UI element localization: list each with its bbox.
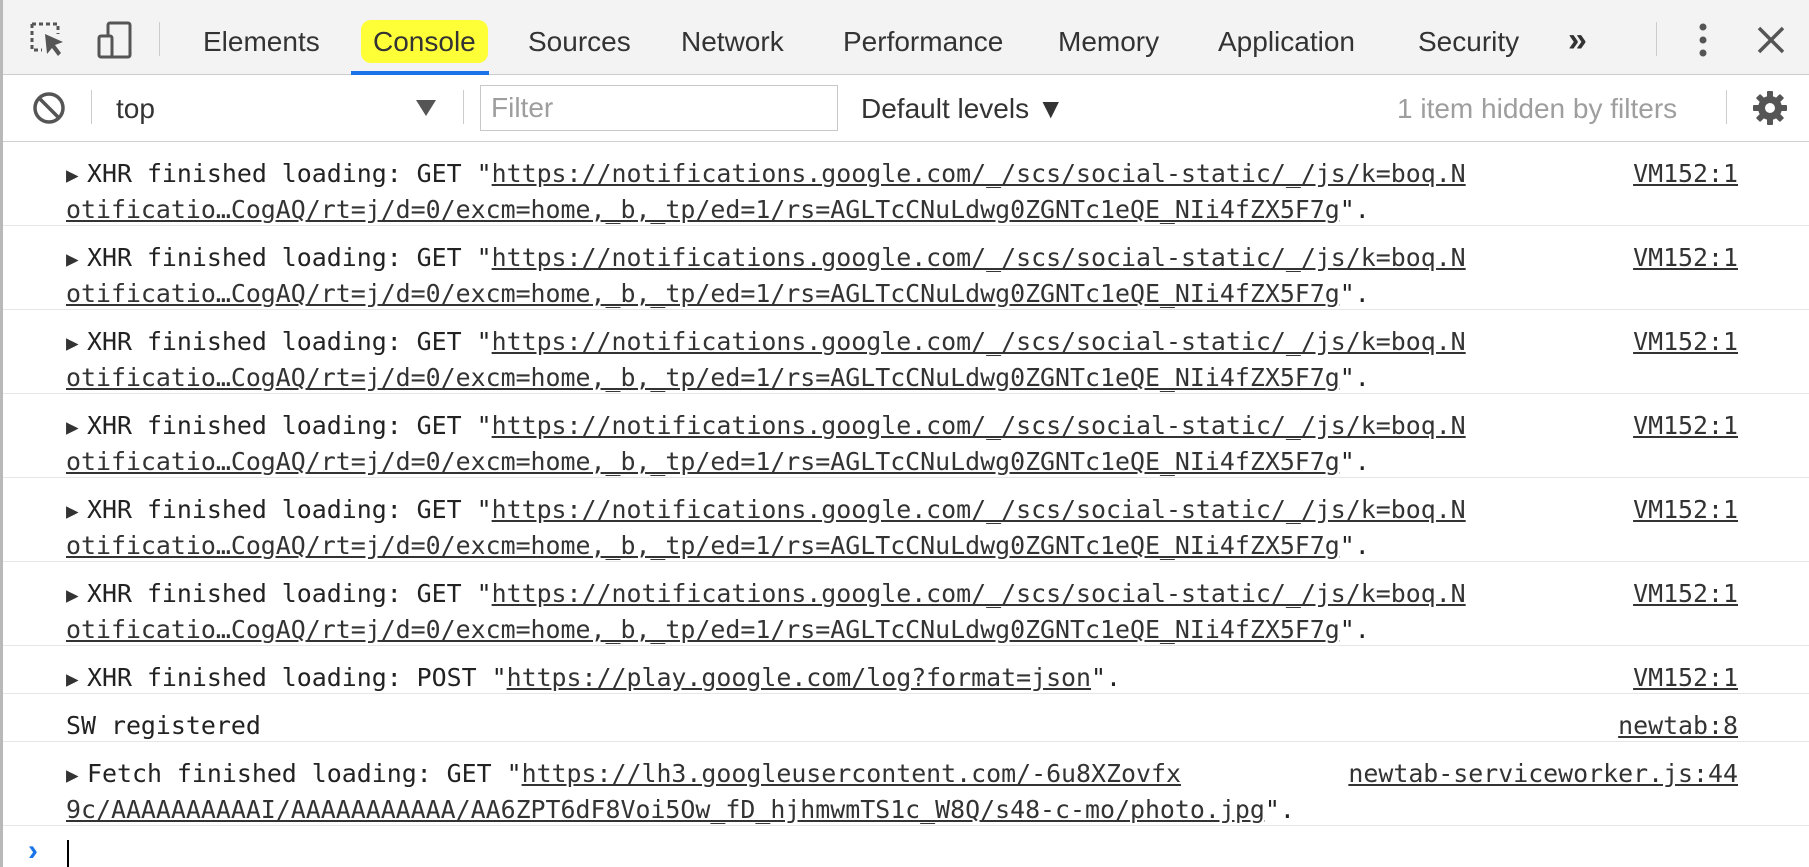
toolbar-divider bbox=[463, 90, 464, 124]
tab-performance[interactable]: Performance bbox=[843, 0, 1003, 75]
message-text: Fetch finished loading: GET " bbox=[87, 759, 522, 788]
tab-memory[interactable]: Memory bbox=[1058, 0, 1159, 75]
close-icon[interactable] bbox=[1751, 20, 1791, 60]
console-message: ▶ XHR finished loading: GET "https://noti… bbox=[3, 562, 1809, 646]
console-message: ▶ XHR finished loading: GET "https://noti… bbox=[3, 478, 1809, 562]
tab-console[interactable]: Console bbox=[361, 0, 488, 75]
request-url-link[interactable]: otificatio…CogAQ/rt=j/d=0/excm=home,_b,_… bbox=[66, 615, 1340, 644]
console-message: ▶ XHR finished loading: POST "https://pla… bbox=[3, 646, 1809, 694]
message-suffix: ". bbox=[1339, 615, 1370, 644]
message-text: XHR finished loading: GET " bbox=[87, 159, 492, 188]
console-prompt[interactable]: › bbox=[3, 834, 1809, 867]
source-link[interactable]: VM152:1 bbox=[1633, 492, 1738, 528]
source-link[interactable]: VM152:1 bbox=[1633, 324, 1738, 360]
request-url-link[interactable]: https://notifications.google.com/_/scs/s… bbox=[492, 579, 1466, 608]
request-url-link[interactable]: https://notifications.google.com/_/scs/s… bbox=[492, 159, 1466, 188]
expand-triangle-icon[interactable]: ▶ bbox=[66, 493, 87, 529]
request-url-link[interactable]: 9c/AAAAAAAAAAI/AAAAAAAAAAA/AA6ZPT6dF8Voi… bbox=[66, 795, 1265, 824]
tab-security[interactable]: Security bbox=[1418, 0, 1519, 75]
message-text: XHR finished loading: POST " bbox=[87, 663, 507, 692]
request-url-link[interactable]: https://notifications.google.com/_/scs/s… bbox=[492, 327, 1466, 356]
message-text: XHR finished loading: GET " bbox=[87, 243, 492, 272]
message-text: XHR finished loading: GET " bbox=[87, 495, 492, 524]
message-suffix: ". bbox=[1339, 279, 1370, 308]
expand-triangle-icon[interactable]: ▶ bbox=[66, 325, 87, 361]
text-caret bbox=[67, 840, 69, 867]
message-text: XHR finished loading: GET " bbox=[87, 327, 492, 356]
console-filter-bar: top Default levels ▼ 1 item hidden by fi… bbox=[3, 75, 1809, 142]
expand-triangle-icon[interactable]: ▶ bbox=[66, 157, 87, 193]
message-text: XHR finished loading: GET " bbox=[87, 579, 492, 608]
tab-network[interactable]: Network bbox=[681, 0, 784, 75]
console-message: ▶ XHR finished loading: GET "https://noti… bbox=[3, 226, 1809, 310]
console-message: ▶ XHR finished loading: GET "https://noti… bbox=[3, 310, 1809, 394]
source-link[interactable]: VM152:1 bbox=[1633, 660, 1738, 696]
request-url-link[interactable]: otificatio…CogAQ/rt=j/d=0/excm=home,_b,_… bbox=[66, 195, 1340, 224]
message-suffix: ". bbox=[1339, 195, 1370, 224]
console-message: ▶ XHR finished loading: GET "https://noti… bbox=[3, 394, 1809, 478]
source-link[interactable]: VM152:1 bbox=[1633, 156, 1738, 192]
clear-console-icon[interactable] bbox=[31, 90, 71, 130]
request-url-link[interactable]: https://play.google.com/log?format=json bbox=[507, 663, 1091, 692]
console-messages: ▶ XHR finished loading: GET "https://noti… bbox=[3, 142, 1809, 826]
device-toolbar-icon[interactable] bbox=[96, 20, 136, 60]
message-text: XHR finished loading: GET " bbox=[87, 411, 492, 440]
more-options-icon[interactable] bbox=[1683, 20, 1723, 60]
source-link[interactable]: VM152:1 bbox=[1633, 408, 1738, 444]
prompt-chevron-icon: › bbox=[28, 834, 38, 867]
message-text: SW registered bbox=[66, 711, 261, 740]
message-suffix: ". bbox=[1339, 531, 1370, 560]
message-suffix: ". bbox=[1339, 447, 1370, 476]
request-url-link[interactable]: https://notifications.google.com/_/scs/s… bbox=[492, 495, 1466, 524]
context-label: top bbox=[116, 93, 155, 124]
source-link[interactable]: newtab:8 bbox=[1618, 708, 1738, 744]
tab-application[interactable]: Application bbox=[1218, 0, 1355, 75]
message-suffix: ". bbox=[1339, 363, 1370, 392]
expand-triangle-icon[interactable]: ▶ bbox=[66, 757, 87, 793]
source-link[interactable]: newtab-serviceworker.js:44 bbox=[1348, 756, 1738, 792]
request-url-link[interactable]: https://lh3.googleusercontent.com/-6u8XZ… bbox=[522, 759, 1181, 788]
expand-triangle-icon[interactable]: ▶ bbox=[66, 577, 87, 613]
toolbar-divider bbox=[1656, 22, 1657, 56]
console-message: ▶ Fetch finished loading: GET "https://lh… bbox=[3, 742, 1809, 826]
toolbar-divider bbox=[91, 90, 92, 124]
console-message: ▶ XHR finished loading: GET "https://noti… bbox=[3, 142, 1809, 226]
inspect-element-icon[interactable] bbox=[28, 20, 68, 60]
more-tabs-button[interactable]: » bbox=[1568, 0, 1587, 75]
filter-input[interactable] bbox=[480, 85, 838, 131]
source-link[interactable]: VM152:1 bbox=[1633, 240, 1738, 276]
tab-sources[interactable]: Sources bbox=[528, 0, 631, 75]
expand-triangle-icon[interactable]: ▶ bbox=[66, 409, 87, 445]
console-message: SW registered newtab:8 bbox=[3, 694, 1809, 742]
toolbar-divider bbox=[159, 22, 160, 56]
request-url-link[interactable]: otificatio…CogAQ/rt=j/d=0/excm=home,_b,_… bbox=[66, 279, 1340, 308]
gear-icon[interactable] bbox=[1751, 89, 1791, 129]
expand-triangle-icon[interactable]: ▶ bbox=[66, 661, 87, 697]
request-url-link[interactable]: otificatio…CogAQ/rt=j/d=0/excm=home,_b,_… bbox=[66, 363, 1340, 392]
tab-elements[interactable]: Elements bbox=[203, 0, 320, 75]
request-url-link[interactable]: otificatio…CogAQ/rt=j/d=0/excm=home,_b,_… bbox=[66, 531, 1340, 560]
dropdown-arrow-icon bbox=[413, 92, 439, 127]
message-suffix: ". bbox=[1264, 795, 1295, 824]
request-url-link[interactable]: https://notifications.google.com/_/scs/s… bbox=[492, 243, 1466, 272]
devtools-tab-bar: Elements Console Sources Network Perform… bbox=[3, 0, 1809, 75]
request-url-link[interactable]: https://notifications.google.com/_/scs/s… bbox=[492, 411, 1466, 440]
message-suffix: ". bbox=[1091, 663, 1122, 692]
toolbar-divider bbox=[1726, 90, 1727, 124]
expand-triangle-icon[interactable]: ▶ bbox=[66, 241, 87, 277]
source-link[interactable]: VM152:1 bbox=[1633, 576, 1738, 612]
default-levels-dropdown[interactable]: Default levels ▼ bbox=[861, 93, 1065, 125]
hidden-items-status: 1 item hidden by filters bbox=[1397, 93, 1678, 124]
request-url-link[interactable]: otificatio…CogAQ/rt=j/d=0/excm=home,_b,_… bbox=[66, 447, 1340, 476]
